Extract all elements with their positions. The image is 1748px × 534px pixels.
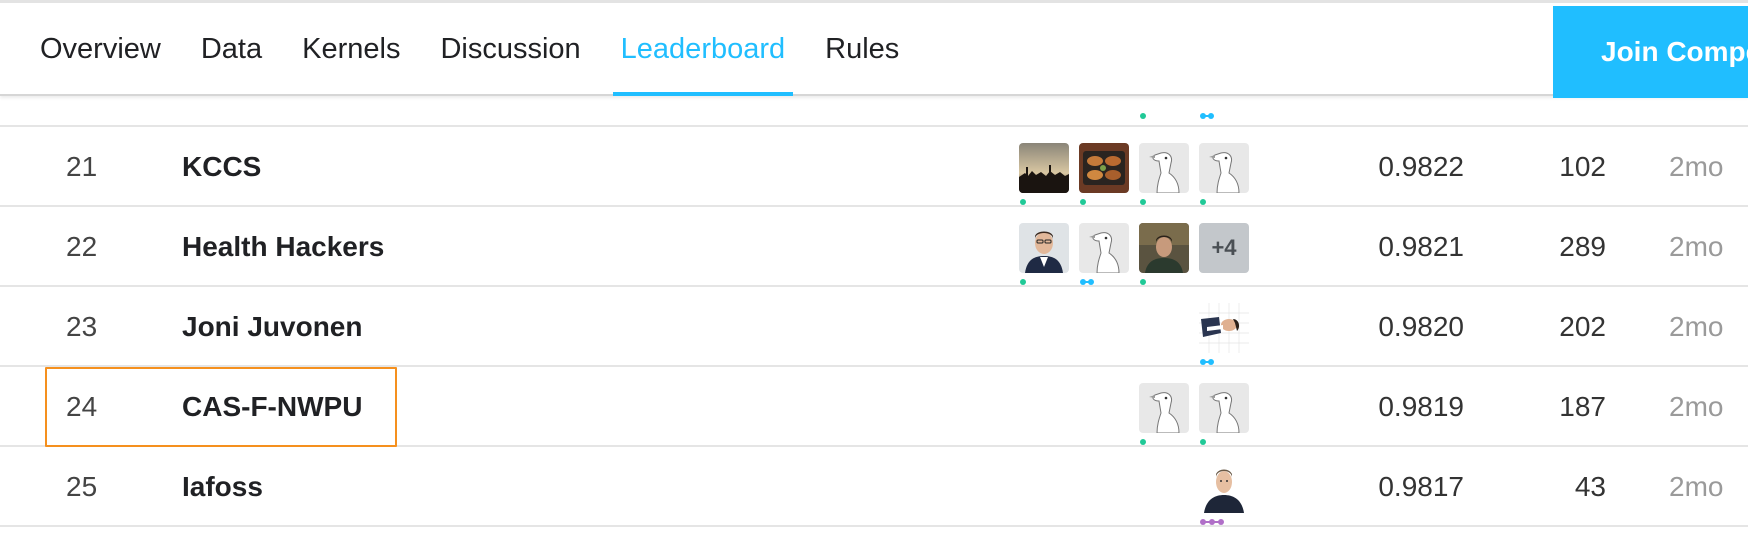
rank: 24 [66,391,98,422]
score: 0.9822 [1378,151,1464,182]
food-photo-avatar[interactable] [1079,143,1129,193]
last-submission: 2mo [1669,311,1724,342]
score: 0.9821 [1378,231,1464,262]
more-members-badge[interactable]: +4 [1199,223,1249,273]
person-photo-avatar[interactable] [1199,463,1249,513]
tab-leaderboard[interactable]: Leaderboard [601,3,805,96]
team-name[interactable]: Iafoss [182,447,263,527]
default-goose-avatar[interactable] [1199,143,1249,193]
last-submission: 2mo [1669,151,1724,182]
join-competition-button[interactable]: Join Compe [1553,6,1748,98]
score: 0.9817 [1378,471,1464,502]
team-name[interactable]: KCCS [182,127,261,207]
tab-discussion[interactable]: Discussion [420,3,600,96]
team-name[interactable]: Joni Juvonen [182,287,362,367]
entry-count: 187 [1559,391,1606,422]
competition-nav: Overview Data Kernels Discussion Leaderb… [0,0,1748,98]
last-submission: 2mo [1669,471,1724,502]
table-row[interactable]: 25 Iafoss 0.9817 43 2mo [0,447,1748,527]
person-photo-avatar[interactable] [1199,303,1249,353]
default-goose-avatar[interactable] [1199,383,1249,433]
last-submission: 2mo [1669,231,1724,262]
landscape-photo-avatar[interactable] [1019,143,1069,193]
entry-count: 289 [1559,231,1606,262]
rank: 23 [66,311,98,342]
tab-rules[interactable]: Rules [805,3,919,96]
tab-data[interactable]: Data [181,3,282,96]
table-row[interactable]: 22 Health Hackers +4 0.9821 289 2mo [0,207,1748,287]
tab-overview[interactable]: Overview [0,3,181,96]
tab-kernels[interactable]: Kernels [282,3,420,96]
default-goose-avatar[interactable] [1079,223,1129,273]
score: 0.9820 [1378,311,1464,342]
default-goose-avatar[interactable] [1139,143,1189,193]
team-name[interactable]: CAS-F-NWPU [182,367,362,447]
entry-count: 102 [1559,151,1606,182]
table-row[interactable]: 23 Joni Juvonen 0.9820 202 2mo [0,287,1748,367]
tab-list: Overview Data Kernels Discussion Leaderb… [0,3,919,96]
person-photo-avatar[interactable] [1019,223,1069,273]
default-goose-avatar[interactable] [1139,383,1189,433]
rank: 22 [66,231,98,262]
table-row[interactable]: 24 CAS-F-NWPU 0.9819 187 2mo [0,367,1748,447]
team-name[interactable]: Health Hackers [182,207,384,287]
last-submission: 2mo [1669,391,1724,422]
score: 0.9819 [1378,391,1464,422]
person-photo-avatar[interactable] [1139,223,1189,273]
entry-count: 202 [1559,311,1606,342]
entry-count: 43 [1574,471,1606,502]
rank: 21 [66,151,98,182]
rank: 25 [66,471,98,502]
table-row[interactable]: 21 KCCS 0.9822 102 2mo [0,127,1748,207]
